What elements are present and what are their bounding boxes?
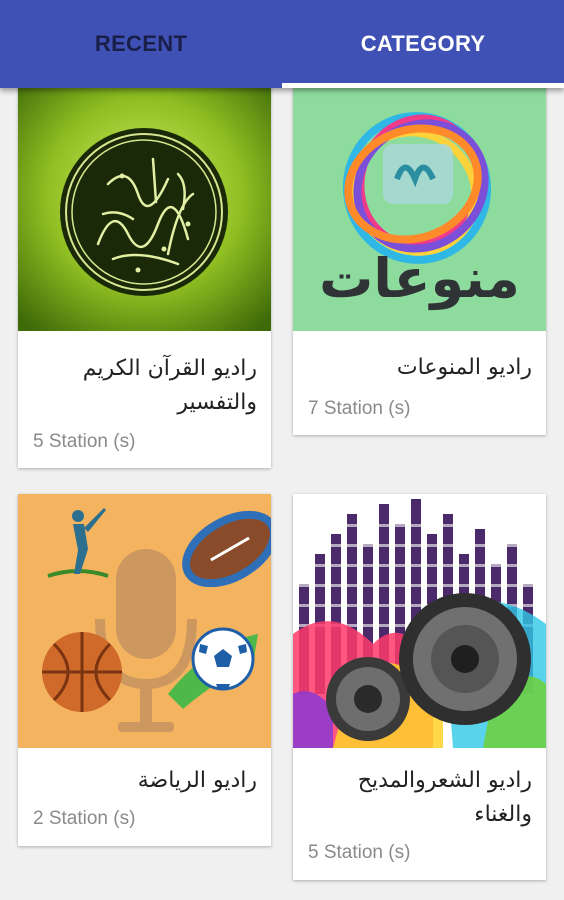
station-count: 5 Station (s) <box>308 842 411 863</box>
category-card-sports[interactable]: راديو الرياضة 2 Station (s) <box>18 494 271 846</box>
station-count: 5 Station (s) <box>33 431 136 452</box>
card-title: راديو الشعروالمديح والغناء <box>357 768 532 827</box>
category-card-variety[interactable]: منوعات راديو المنوعات 7 Station (s) <box>293 84 546 435</box>
tab-recent[interactable]: RECENT <box>0 0 282 88</box>
tab-selected-indicator <box>282 83 564 88</box>
station-count: 7 Station (s) <box>308 398 411 419</box>
sports-microphone-image <box>18 494 271 748</box>
card-title: راديو القرآن الكريم والتفسير <box>82 356 257 415</box>
card-title: راديو المنوعات <box>396 355 532 380</box>
card-title: راديو الرياضة <box>137 768 257 793</box>
station-count: 2 Station (s) <box>33 808 136 829</box>
speakers-equalizer-image <box>293 494 546 748</box>
quran-calligraphy-image <box>18 84 271 331</box>
tab-bar: RECENT CATEGORY <box>0 0 564 88</box>
category-card-quran[interactable]: راديو القرآن الكريم والتفسير 5 Station (… <box>18 84 271 468</box>
variety-logo-text: منوعات <box>319 247 520 310</box>
category-card-poetry[interactable]: راديو الشعروالمديح والغناء 5 Station (s) <box>293 494 546 880</box>
tab-category[interactable]: CATEGORY <box>282 0 564 88</box>
